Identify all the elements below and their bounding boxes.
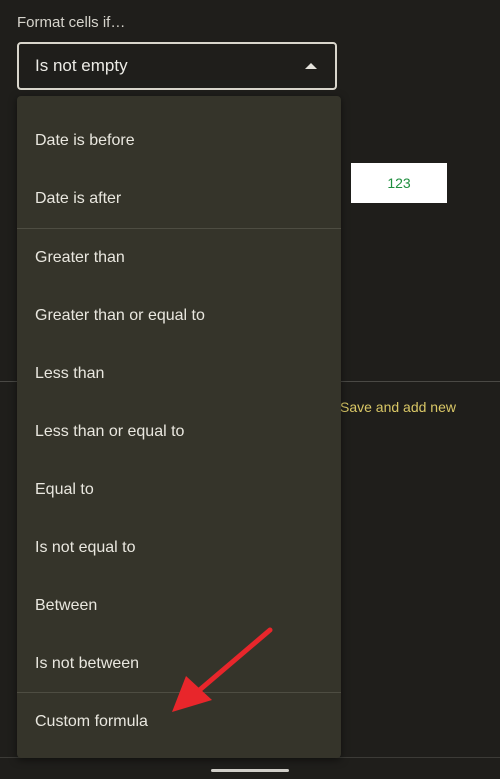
menu-item-greater-than[interactable]: Greater than: [17, 229, 341, 287]
condition-select-value: Is not empty: [35, 56, 128, 75]
format-cells-label: Format cells if…: [17, 14, 126, 31]
save-and-add-new-button[interactable]: Save and add new: [340, 399, 456, 415]
menu-item-less-than-or-equal-to[interactable]: Less than or equal to: [17, 403, 341, 461]
home-indicator[interactable]: [211, 769, 289, 772]
format-preview-box: 123: [351, 163, 447, 203]
menu-item-equal-to[interactable]: Equal to: [17, 461, 341, 519]
menu-item-date-is-before[interactable]: Date is before: [17, 112, 341, 170]
menu-item-between[interactable]: Between: [17, 577, 341, 635]
format-preview-text: 123: [387, 175, 411, 191]
menu-item-greater-than-or-equal-to[interactable]: Greater than or equal to: [17, 287, 341, 345]
condition-dropdown-menu: Date is before Date is after Greater tha…: [17, 96, 341, 758]
menu-item-less-than[interactable]: Less than: [17, 345, 341, 403]
menu-item-is-not-equal-to[interactable]: Is not equal to: [17, 519, 341, 577]
menu-item-custom-formula[interactable]: Custom formula: [17, 693, 341, 751]
condition-select[interactable]: Is not empty: [17, 42, 337, 90]
menu-item-date-is-after[interactable]: Date is after: [17, 170, 341, 228]
menu-item-is-not-between[interactable]: Is not between: [17, 635, 341, 693]
triangle-up-icon: [305, 63, 317, 69]
